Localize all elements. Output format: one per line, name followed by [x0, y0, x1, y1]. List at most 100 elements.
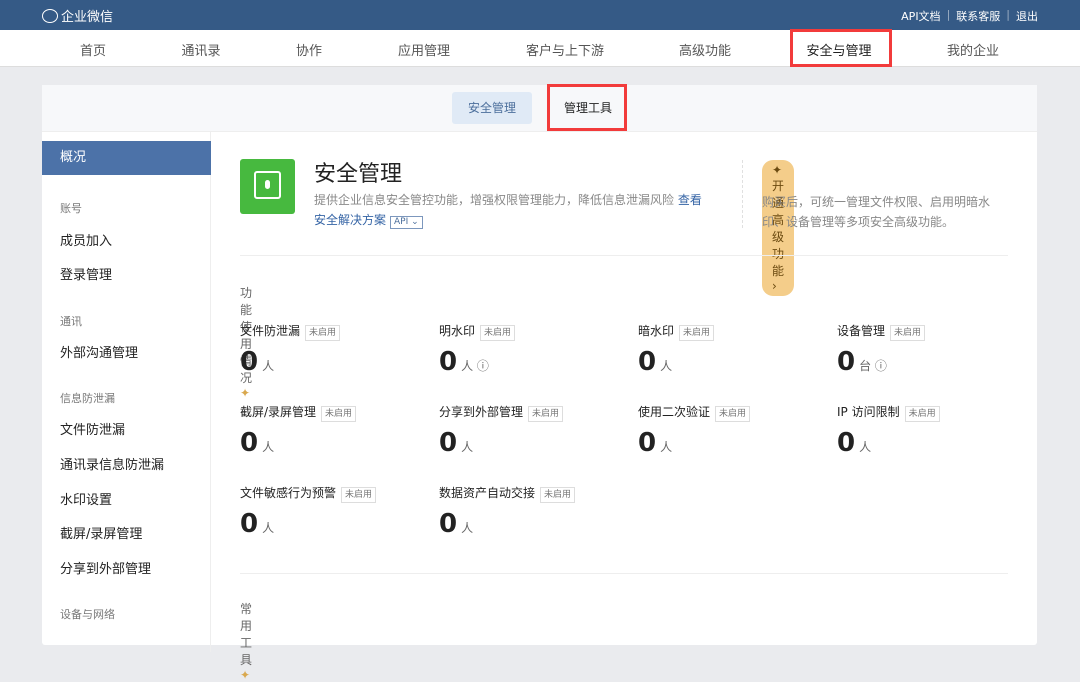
sidebar-group-title: 设备与网络	[60, 608, 115, 621]
stat-unit: 人	[262, 521, 275, 535]
tab-security-management[interactable]: 安全管理	[452, 92, 533, 124]
usage-stat: 文件敏感行为预警 未启用 0 人	[240, 484, 377, 539]
stat-label: 暗水印	[638, 324, 675, 338]
stat-label: 数据资产自动交接	[439, 486, 536, 500]
safe-icon	[240, 159, 295, 214]
tools-section-title: 常用工具 ✦	[240, 600, 252, 682]
description-text: 提供企业信息安全管控功能，增强权限管理能力，降低信息泄漏风险	[314, 193, 675, 207]
sidebar-item-external-communication[interactable]: 外部沟通管理	[60, 342, 138, 361]
logo-text: 企业微信	[61, 10, 114, 25]
stat-label: 分享到外部管理	[439, 405, 524, 419]
nav-app-management[interactable]: 应用管理	[398, 40, 450, 59]
stat-value: 0	[240, 428, 259, 458]
divider	[240, 255, 1008, 256]
stat-unit: 人	[461, 521, 474, 535]
divider	[240, 573, 1008, 574]
stat-unit: 人	[461, 440, 474, 454]
sidebar-item-screenshot-management[interactable]: 截屏/录屏管理	[60, 523, 142, 542]
sidebar-item-file-leak-prevention[interactable]: 文件防泄漏	[60, 419, 125, 438]
stat-unit: 人	[660, 440, 673, 454]
stat-label: IP 访问限制	[837, 405, 900, 419]
sparkle-icon: ✦	[772, 163, 783, 177]
usage-stat: IP 访问限制 未启用 0 人	[837, 403, 940, 458]
sparkle-icon: ✦	[240, 386, 251, 400]
usage-stat: 明水印 未启用 0 人 ⓘ	[439, 322, 516, 377]
status-badge: 未启用	[305, 325, 341, 341]
status-badge: 未启用	[890, 325, 926, 341]
stat-value: 0	[240, 347, 259, 377]
stat-unit: 人	[660, 359, 673, 373]
stat-value: 0	[638, 428, 657, 458]
nav-my-company[interactable]: 我的企业	[947, 40, 999, 59]
api-docs-link[interactable]: API文档	[901, 8, 940, 24]
status-badge: 未启用	[715, 406, 751, 422]
contact-support-link[interactable]: 联系客服	[956, 8, 1000, 24]
sidebar-item-overview[interactable]: 概况	[42, 141, 211, 175]
page-title: 安全管理	[314, 162, 403, 187]
usage-stat: 分享到外部管理 未启用 0 人	[439, 403, 564, 458]
nav-collaboration[interactable]: 协作	[296, 40, 322, 59]
wecom-logo-icon	[42, 8, 58, 23]
stat-unit: 人	[262, 359, 275, 373]
stat-unit: 人 ⓘ	[461, 359, 489, 373]
sidebar-group-title: 信息防泄漏	[60, 392, 115, 405]
usage-stat: 截屏/录屏管理 未启用 0 人	[240, 403, 357, 458]
highlight-box	[547, 84, 627, 131]
status-badge: 未启用	[540, 487, 576, 503]
highlight-box	[790, 29, 892, 67]
sidebar-item-login-management[interactable]: 登录管理	[60, 264, 112, 283]
stat-value: 0	[439, 428, 458, 458]
sidebar-item-member-join[interactable]: 成员加入	[60, 230, 112, 249]
nav-contacts[interactable]: 通讯录	[181, 40, 220, 59]
content-card: 安全管理 管理工具 概况 账号 成员加入 登录管理 通讯 外部沟通管理 信息防泄…	[42, 85, 1037, 682]
divider	[742, 160, 743, 228]
stat-label: 文件敏感行为预警	[240, 486, 337, 500]
status-badge: 未启用	[679, 325, 715, 341]
api-dropdown[interactable]: API ⌄	[390, 216, 423, 229]
nav-customers[interactable]: 客户与上下游	[526, 40, 604, 59]
usage-stat: 暗水印 未启用 0 人	[638, 322, 715, 377]
usage-stat: 文件防泄漏 未启用 0 人	[240, 322, 341, 377]
status-badge: 未启用	[341, 487, 377, 503]
nav-advanced[interactable]: 高级功能	[679, 40, 731, 59]
sidebar-item-external-share[interactable]: 分享到外部管理	[60, 558, 151, 577]
tab-bar: 安全管理 管理工具	[42, 85, 1037, 132]
nav-home[interactable]: 首页	[80, 40, 106, 59]
usage-stat: 设备管理 未启用 0 台 ⓘ	[837, 322, 926, 377]
stat-value: 0	[837, 347, 856, 377]
stat-unit: 人	[262, 440, 275, 454]
sparkle-icon: ✦	[240, 668, 251, 682]
stat-value: 0	[439, 347, 458, 377]
stat-label: 截屏/录屏管理	[240, 405, 317, 419]
page-description: 提供企业信息安全管控功能，增强权限管理能力，降低信息泄漏风险 查看安全解决方案 A…	[314, 190, 704, 230]
sidebar-group-title: 账号	[60, 202, 82, 215]
stat-label: 使用二次验证	[638, 405, 711, 419]
sidebar-group-title: 通讯	[60, 315, 82, 328]
stat-label: 设备管理	[837, 324, 886, 338]
sidebar-item-watermark-settings[interactable]: 水印设置	[60, 489, 112, 508]
stat-value: 0	[439, 509, 458, 539]
upgrade-description: 购买后，可统一管理文件权限、启用明暗水印、设备管理等多项安全高级功能。	[762, 195, 991, 229]
divider: |	[946, 8, 951, 21]
status-badge: 未启用	[321, 406, 357, 422]
status-badge: 未启用	[480, 325, 516, 341]
stat-label: 明水印	[439, 324, 476, 338]
stat-value: 0	[240, 509, 259, 539]
stat-label: 文件防泄漏	[240, 324, 301, 338]
main-nav: 首页 通讯录 协作 应用管理 客户与上下游 高级功能 安全与管理 我的企业	[0, 30, 1080, 67]
divider: |	[1006, 8, 1010, 21]
stat-unit: 人	[859, 440, 872, 454]
sidebar-item-contacts-leak-prevention[interactable]: 通讯录信息防泄漏	[60, 454, 164, 473]
status-badge: 未启用	[904, 406, 940, 422]
stat-value: 0	[638, 347, 657, 377]
usage-stat: 使用二次验证 未启用 0 人	[638, 403, 751, 458]
status-badge: 未启用	[528, 406, 564, 422]
stat-value: 0	[837, 428, 856, 458]
stat-unit: 台 ⓘ	[859, 359, 887, 373]
logo[interactable]: 企业微信	[42, 6, 113, 25]
usage-stat: 数据资产自动交接 未启用 0 人	[439, 484, 576, 539]
tools-title: 常用工具	[240, 602, 253, 667]
top-bar: 企业微信 API文档 | 联系客服 | 退出	[0, 0, 1080, 30]
logout-link[interactable]: 退出	[1016, 8, 1038, 24]
sidebar: 概况 账号 成员加入 登录管理 通讯 外部沟通管理 信息防泄漏 文件防泄漏 通讯…	[42, 132, 211, 652]
